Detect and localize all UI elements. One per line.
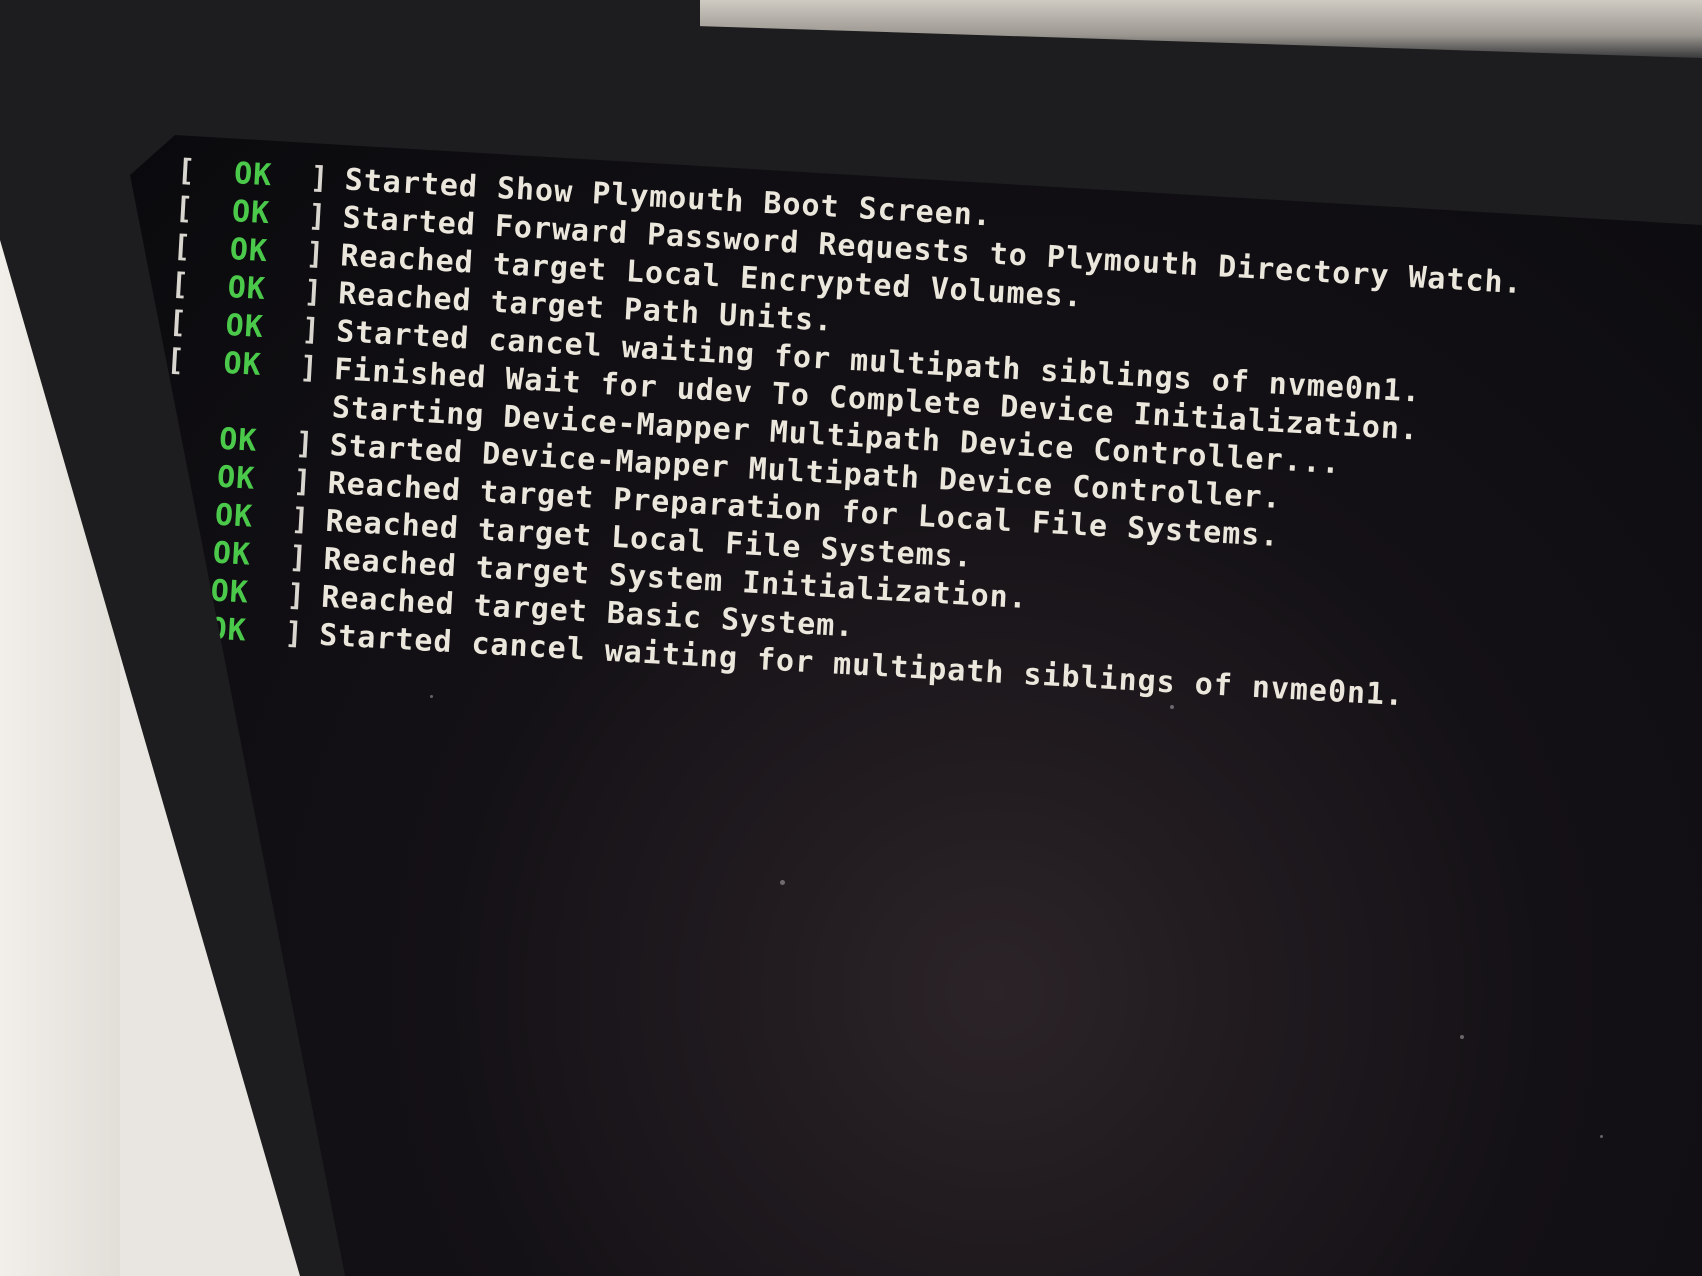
bracket-close: ]	[283, 615, 305, 652]
bracket-open: [	[167, 304, 189, 341]
status-ok: OK	[216, 459, 257, 497]
dust-speck	[780, 880, 785, 885]
status-tag: [ OK ]	[176, 153, 346, 197]
bracket-close: ]	[298, 350, 320, 387]
status-ok: OK	[209, 573, 250, 611]
boot-console: [ OK ] Started Show Plymouth Boot Screen…	[150, 153, 1675, 730]
status-ok: OK	[214, 497, 255, 535]
monitor-screen: [ OK ] Started Show Plymouth Boot Screen…	[130, 135, 1702, 1276]
bracket-close: ]	[309, 160, 331, 197]
bracket-close: ]	[302, 274, 324, 311]
status-ok: OK	[211, 535, 252, 573]
dust-speck	[430, 695, 433, 698]
status-ok: OK	[226, 270, 267, 308]
bracket-close: ]	[300, 312, 322, 349]
bracket-close: ]	[285, 577, 307, 614]
status-ok: OK	[231, 194, 272, 232]
bracket-open: [	[173, 190, 195, 227]
dust-speck	[1460, 1035, 1464, 1039]
dust-speck	[1600, 1135, 1603, 1138]
status-ok: OK	[218, 421, 259, 459]
status-ok: OK	[233, 156, 274, 194]
status-ok: OK	[222, 345, 263, 383]
bracket-close: ]	[305, 236, 327, 273]
bracket-close: ]	[290, 501, 312, 538]
status-indent	[164, 408, 332, 417]
bracket-open: [	[169, 266, 191, 303]
dust-speck	[1170, 705, 1174, 709]
bracket-close: ]	[294, 426, 316, 463]
bracket-open: [	[171, 228, 193, 265]
bracket-close: ]	[292, 463, 314, 500]
status-ok: OK	[228, 232, 269, 270]
bracket-close: ]	[307, 198, 329, 235]
bracket-open: [	[176, 153, 198, 190]
bracket-close: ]	[288, 539, 310, 576]
status-ok: OK	[224, 307, 265, 346]
